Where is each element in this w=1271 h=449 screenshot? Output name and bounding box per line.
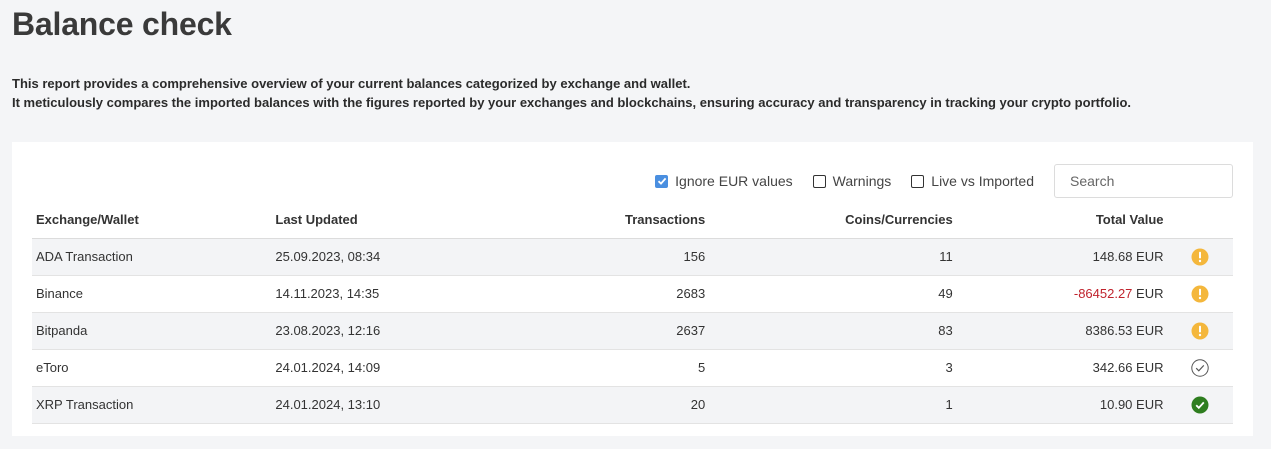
table-row[interactable]: Binance 14.11.2023, 14:35 2683 49 -86452.27 … [32,275,1233,313]
description-line-1: This report provides a comprehensive ove… [12,76,691,91]
status-cell[interactable] [1167,349,1233,387]
warning-icon[interactable] [1191,322,1209,339]
exchange-name[interactable]: XRP Transaction [32,386,272,424]
status-cell[interactable] [1167,312,1233,350]
status-cell[interactable] [1167,386,1233,424]
table-row[interactable]: ADA Transaction 25.09.2023, 08:34 156 11 148… [32,238,1233,276]
total-value-currency: EUR [1136,323,1164,338]
live-vs-imported-checkbox[interactable]: Live vs Imported [911,173,1034,189]
total-value-currency: EUR [1136,249,1164,264]
check-filled-icon[interactable] [1191,396,1209,413]
total-value-currency: EUR [1136,397,1164,412]
total-value: 8386.53 EUR [956,312,1168,350]
last-updated: 14.11.2023, 14:35 [271,275,511,313]
checkbox-checked-icon[interactable] [655,174,669,188]
balance-card: Ignore EUR values Warnings Live vs Impor… [12,142,1253,436]
coins-count: 83 [709,312,957,350]
checkbox-unchecked-icon[interactable] [812,174,826,188]
warnings-label: Warnings [832,173,892,189]
total-value-amount: -86452.27 [1073,286,1133,301]
col-transactions-header[interactable]: Transactions [510,201,710,239]
warnings-checkbox[interactable]: Warnings [812,173,892,189]
total-value: 10.90 EUR [956,386,1168,424]
checkbox-unchecked-icon[interactable] [911,174,925,188]
exchange-name[interactable]: eToro [32,349,272,387]
total-value: -86452.27 EUR [956,275,1168,313]
exchange-name[interactable]: ADA Transaction [32,238,272,276]
col-status-header [1167,201,1233,239]
filter-toolbar: Ignore EUR values Warnings Live vs Impor… [655,164,1233,198]
total-value-currency: EUR [1136,286,1164,301]
status-cell[interactable] [1167,275,1233,313]
exchange-name[interactable]: Bitpanda [32,312,272,350]
last-updated: 24.01.2024, 14:09 [271,349,511,387]
transactions-count: 156 [510,238,710,276]
transactions-count: 2683 [510,275,710,313]
table-row[interactable]: XRP Transaction 24.01.2024, 13:10 20 1 10.90… [32,386,1233,424]
transactions-count: 20 [510,386,710,424]
last-updated: 24.01.2024, 13:10 [271,386,511,424]
total-value-amount: 342.66 [1092,360,1133,375]
transactions-count: 2637 [510,312,710,350]
ignore-eur-checkbox[interactable]: Ignore EUR values [655,173,793,189]
total-value-currency: EUR [1136,360,1164,375]
col-total-value-header[interactable]: Total Value [956,201,1168,239]
description-line-2: It meticulously compares the imported ba… [12,95,1132,110]
balance-table: Exchange/Wallet Last Updated Transaction… [32,201,1233,424]
last-updated: 23.08.2023, 12:16 [271,312,511,350]
search-input[interactable] [1054,164,1233,198]
check-outline-icon[interactable] [1191,358,1209,377]
ignore-eur-label: Ignore EUR values [675,173,793,189]
table-row[interactable]: eToro 24.01.2024, 14:09 5 3 342.66 EUR [32,349,1233,387]
total-value: 342.66 EUR [956,349,1168,387]
status-cell[interactable] [1167,238,1233,276]
page-title: Balance check [12,6,232,42]
coins-count: 1 [709,386,957,424]
total-value-amount: 10.90 [1099,397,1133,412]
col-coins-header[interactable]: Coins/Currencies [709,201,957,239]
coins-count: 3 [709,349,957,387]
col-last-updated-header[interactable]: Last Updated [271,201,511,239]
warning-icon[interactable] [1191,248,1209,265]
live-vs-imported-label: Live vs Imported [931,173,1034,189]
coins-count: 49 [709,275,957,313]
col-exchange-header[interactable]: Exchange/Wallet [32,201,272,239]
total-value: 148.68 EUR [956,238,1168,276]
coins-count: 11 [709,238,957,276]
table-header-row: Exchange/Wallet Last Updated Transaction… [32,201,1233,239]
transactions-count: 5 [510,349,710,387]
exchange-name[interactable]: Binance [32,275,272,313]
table-row[interactable]: Bitpanda 23.08.2023, 12:16 2637 83 8386.53 E… [32,312,1233,350]
page-description: This report provides a comprehensive ove… [12,74,1131,112]
total-value-amount: 8386.53 [1085,323,1133,338]
total-value-amount: 148.68 [1092,249,1133,264]
last-updated: 25.09.2023, 08:34 [271,238,511,276]
warning-icon[interactable] [1191,285,1209,302]
